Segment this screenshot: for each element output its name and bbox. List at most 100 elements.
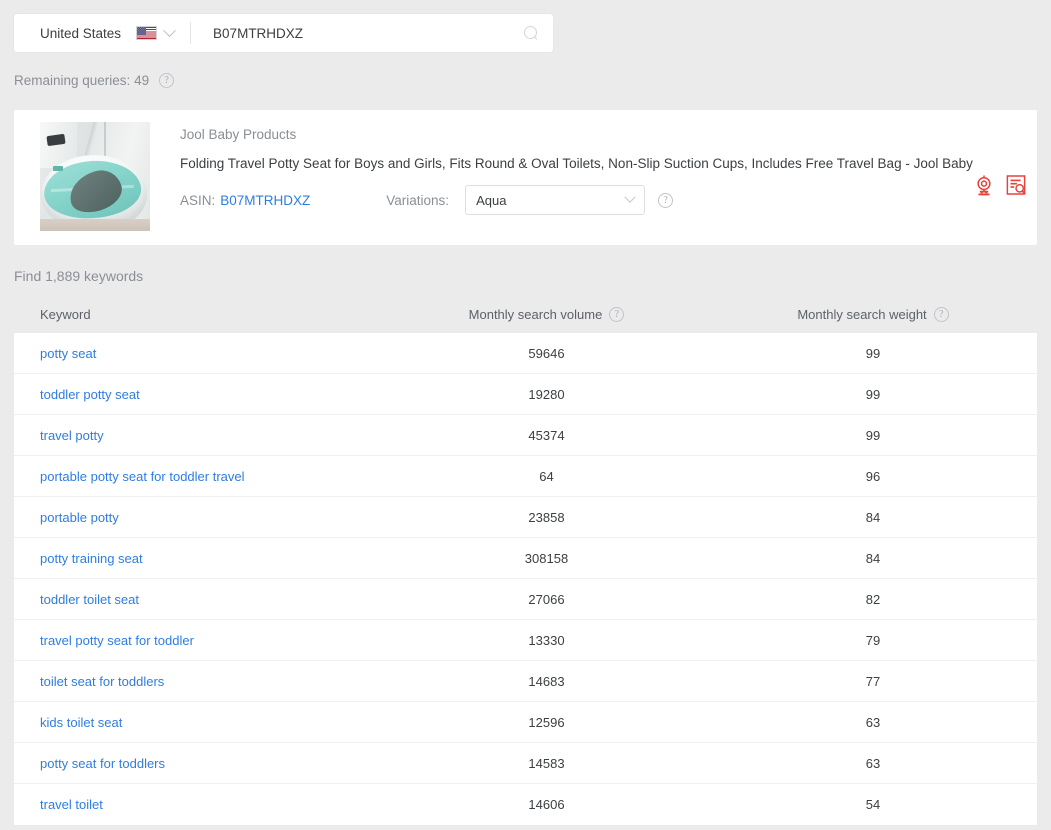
asin-link[interactable]: B07MTRHDXZ	[220, 193, 310, 208]
help-icon[interactable]: ?	[609, 307, 624, 322]
table-row: portable potty seat for toddler travel 64…	[14, 456, 1037, 497]
cell-keyword: potty training seat	[14, 551, 384, 566]
chevron-down-icon	[624, 192, 635, 203]
keyword-link[interactable]: travel toilet	[40, 797, 103, 812]
app-root: United States Remaining queries: 49 ?	[0, 0, 1051, 830]
column-header-weight: Monthly search weight ?	[709, 307, 1037, 322]
table-row: potty training seat 30815884	[14, 538, 1037, 579]
cell-search-weight: 77	[709, 674, 1037, 689]
cell-keyword: travel potty seat for toddler	[14, 633, 384, 648]
asin-label: ASIN:	[180, 193, 215, 208]
cell-search-weight: 63	[709, 756, 1037, 771]
column-header-volume: Monthly search volume ?	[384, 307, 709, 322]
keyword-link[interactable]: portable potty seat for toddler travel	[40, 469, 245, 484]
cell-keyword: potty seat for toddlers	[14, 756, 384, 771]
search-icon	[524, 26, 538, 40]
table-body: potty seat5964699toddler potty seat19280…	[14, 333, 1037, 825]
keyword-research-icon[interactable]	[1005, 174, 1027, 196]
keyword-link[interactable]: potty training seat	[40, 551, 143, 566]
cell-search-volume: 13330	[384, 633, 709, 648]
keyword-link[interactable]: toilet seat for toddlers	[40, 674, 164, 689]
cell-keyword: toddler toilet seat	[14, 592, 384, 607]
table-row: kids toilet seat 1259663	[14, 702, 1037, 743]
cell-search-weight: 84	[709, 510, 1037, 525]
keyword-link[interactable]: travel potty	[40, 428, 104, 443]
cell-search-volume: 14606	[384, 797, 709, 812]
keywords-table: Keyword Monthly search volume ? Monthly …	[14, 296, 1037, 825]
remaining-queries: Remaining queries: 49 ?	[14, 73, 174, 88]
column-header-keyword-label: Keyword	[40, 307, 91, 322]
chevron-down-icon	[163, 24, 176, 37]
cell-search-weight: 82	[709, 592, 1037, 607]
product-card: Jool Baby Products Folding Travel Potty …	[14, 110, 1037, 245]
cell-keyword: toilet seat for toddlers	[14, 674, 384, 689]
us-flag-icon	[136, 26, 157, 40]
cell-search-weight: 79	[709, 633, 1037, 648]
cell-search-weight: 99	[709, 428, 1037, 443]
cell-search-volume: 14683	[384, 674, 709, 689]
keyword-link[interactable]: toddler potty seat	[40, 387, 140, 402]
cell-search-volume: 14583	[384, 756, 709, 771]
table-row: travel toilet 1460654	[14, 784, 1037, 825]
search-button[interactable]	[509, 14, 553, 52]
column-header-keyword: Keyword	[14, 307, 384, 322]
cell-keyword: toddler potty seat	[14, 387, 384, 402]
product-brand: Jool Baby Products	[180, 127, 973, 142]
help-icon[interactable]: ?	[934, 307, 949, 322]
product-tracker-icon[interactable]	[973, 174, 995, 196]
cell-keyword: travel toilet	[14, 797, 384, 812]
table-row: toddler toilet seat 2706682	[14, 579, 1037, 620]
keyword-link[interactable]: portable potty	[40, 510, 119, 525]
remaining-queries-label: Remaining queries: 49	[14, 73, 149, 88]
cell-search-volume: 59646	[384, 346, 709, 361]
cell-search-volume: 45374	[384, 428, 709, 443]
cell-search-weight: 99	[709, 346, 1037, 361]
column-header-weight-label: Monthly search weight	[797, 307, 926, 322]
keyword-link[interactable]: potty seat for toddlers	[40, 756, 165, 771]
cell-search-volume: 12596	[384, 715, 709, 730]
country-name: United States	[40, 26, 121, 41]
country-selector[interactable]: United States	[14, 14, 184, 52]
product-title: Folding Travel Potty Seat for Boys and G…	[180, 156, 973, 171]
product-thumbnail[interactable]	[40, 122, 150, 231]
variations-selected-value: Aqua	[476, 193, 506, 208]
keyword-link[interactable]: potty seat	[40, 346, 96, 361]
cell-search-volume: 308158	[384, 551, 709, 566]
variations-label: Variations:	[386, 193, 449, 208]
cell-search-volume: 23858	[384, 510, 709, 525]
table-row: potty seat for toddlers 1458363	[14, 743, 1037, 784]
keyword-link[interactable]: toddler toilet seat	[40, 592, 139, 607]
cell-keyword: travel potty	[14, 428, 384, 443]
variations-select[interactable]: Aqua	[465, 185, 645, 215]
keyword-count-label: Find 1,889 keywords	[14, 268, 143, 284]
product-info: Jool Baby Products Folding Travel Potty …	[180, 122, 973, 215]
cell-search-weight: 54	[709, 797, 1037, 812]
asin-search-bar: United States	[14, 14, 553, 52]
product-meta: ASIN: B07MTRHDXZ Variations: Aqua ?	[180, 185, 973, 215]
table-row: potty seat 5964699	[14, 333, 1037, 374]
cell-search-volume: 27066	[384, 592, 709, 607]
cell-keyword: potty seat	[14, 346, 384, 361]
table-header-row: Keyword Monthly search volume ? Monthly …	[14, 296, 1037, 333]
table-row: toilet seat for toddlers 1468377	[14, 661, 1037, 702]
table-row: travel potty seat for toddler 1333079	[14, 620, 1037, 661]
cell-search-weight: 63	[709, 715, 1037, 730]
help-icon[interactable]: ?	[159, 73, 174, 88]
variations-help-icon[interactable]: ?	[658, 193, 673, 208]
cell-search-weight: 96	[709, 469, 1037, 484]
table-row: toddler potty seat 1928099	[14, 374, 1037, 415]
cell-keyword: portable potty	[14, 510, 384, 525]
cell-keyword: portable potty seat for toddler travel	[14, 469, 384, 484]
cell-search-weight: 99	[709, 387, 1037, 402]
table-row: travel potty 4537499	[14, 415, 1037, 456]
cell-search-volume: 19280	[384, 387, 709, 402]
column-header-volume-label: Monthly search volume	[469, 307, 603, 322]
cell-keyword: kids toilet seat	[14, 715, 384, 730]
cell-search-volume: 64	[384, 469, 709, 484]
keyword-link[interactable]: travel potty seat for toddler	[40, 633, 194, 648]
product-card-actions	[973, 122, 1037, 196]
keyword-link[interactable]: kids toilet seat	[40, 715, 122, 730]
cell-search-weight: 84	[709, 551, 1037, 566]
search-input[interactable]	[191, 14, 509, 52]
table-row: portable potty 2385884	[14, 497, 1037, 538]
